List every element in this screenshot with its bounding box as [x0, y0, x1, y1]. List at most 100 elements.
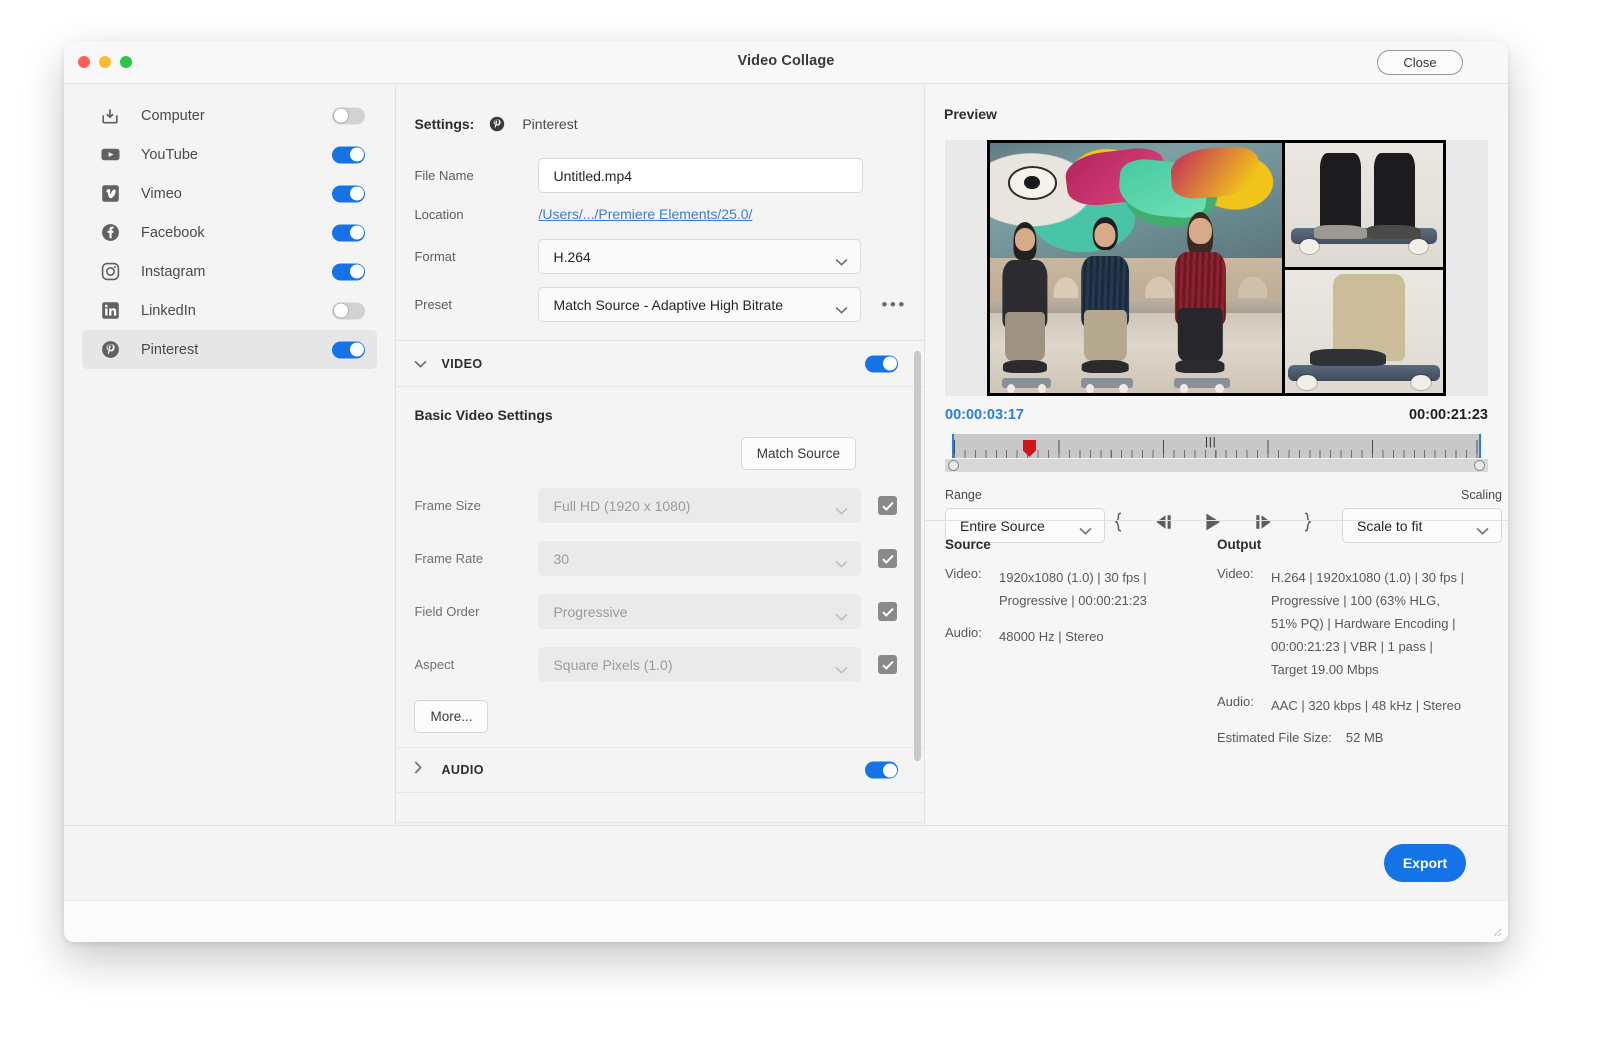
chevron-down-icon — [835, 253, 848, 261]
format-select[interactable]: H.264 — [538, 239, 861, 274]
sidebar-item-label: Pinterest — [141, 342, 198, 358]
source-audio-key: Audio: — [945, 625, 999, 648]
sidebar-item-instagram[interactable]: Instagram — [82, 252, 377, 291]
instagram-toggle[interactable] — [332, 263, 365, 280]
sidebar-item-vimeo[interactable]: Vimeo — [82, 174, 377, 213]
frame-rate-select[interactable]: 30 — [538, 541, 861, 576]
match-source-row: Match Source — [396, 437, 924, 470]
source-heading: Source — [945, 537, 1195, 552]
sidebar-item-youtube[interactable]: YouTube — [82, 135, 377, 174]
video-section-header[interactable]: VIDEO — [396, 341, 924, 387]
facebook-toggle[interactable] — [332, 224, 365, 241]
output-audio-key: Audio: — [1217, 694, 1271, 717]
dialog-body: Computer YouTube — [64, 84, 1508, 825]
source-video-value: 1920x1080 (1.0) | 30 fps | Progressive |… — [999, 566, 1195, 612]
chevron-down-icon — [835, 608, 848, 616]
pinterest-toggle[interactable] — [332, 341, 365, 358]
resize-grip-icon[interactable] — [1490, 924, 1502, 936]
sidebar-item-label: Facebook — [141, 225, 205, 241]
match-source-label: Match Source — [757, 446, 840, 461]
format-label: Format — [414, 249, 538, 264]
dialog-footer: Export — [64, 825, 1508, 900]
settings-form: File Name Untitled.mp4 Location /Users/.… — [396, 142, 924, 340]
output-video-key: Video: — [1217, 566, 1271, 681]
timeline-marker-icon[interactable]: ||| — [1205, 437, 1214, 447]
chevron-down-icon[interactable] — [414, 355, 428, 373]
timecode-row: 00:00:03:17 00:00:21:23 — [945, 407, 1488, 423]
aspect-value: Square Pixels (1.0) — [553, 657, 672, 673]
location-row: Location /Users/.../Premiere Elements/25… — [396, 206, 924, 222]
close-button[interactable]: Close — [1377, 50, 1463, 75]
range-in-handle[interactable] — [948, 460, 959, 471]
file-name-input[interactable]: Untitled.mp4 — [538, 158, 863, 193]
aspect-row: Aspect Square Pixels (1.0) — [396, 647, 924, 682]
video-section-toggle[interactable] — [865, 355, 898, 372]
chevron-down-icon — [835, 502, 848, 510]
more-button-label: More... — [430, 709, 472, 724]
linkedin-toggle[interactable] — [332, 302, 365, 319]
youtube-icon — [98, 143, 122, 167]
sidebar-item-linkedin[interactable]: LinkedIn — [82, 291, 377, 330]
chevron-down-icon — [835, 555, 848, 563]
settings-scrollbar[interactable] — [914, 351, 921, 761]
export-button[interactable]: Export — [1384, 844, 1466, 882]
preview-stage — [945, 140, 1488, 396]
audio-section-toggle[interactable] — [865, 762, 898, 779]
close-button-label: Close — [1403, 55, 1436, 70]
location-link[interactable]: /Users/.../Premiere Elements/25.0/ — [538, 206, 752, 222]
sidebar-item-label: Vimeo — [141, 186, 182, 202]
basic-video-settings-title: Basic Video Settings — [396, 407, 924, 423]
source-output-panel: Source Video: 1920x1080 (1.0) | 30 fps |… — [925, 520, 1508, 825]
vimeo-toggle[interactable] — [332, 185, 365, 202]
format-row: Format H.264 — [396, 239, 924, 274]
output-audio-value: AAC | 320 kbps | 48 kHz | Stereo — [1271, 694, 1461, 717]
chevron-right-icon[interactable] — [414, 761, 428, 779]
computer-toggle[interactable] — [332, 107, 365, 124]
field-order-checkbox[interactable] — [878, 602, 897, 621]
source-video-row: Video: 1920x1080 (1.0) | 30 fps | Progre… — [945, 566, 1195, 612]
output-video-value: H.264 | 1920x1080 (1.0) | 30 fps | Progr… — [1271, 566, 1467, 681]
frame-rate-row: Frame Rate 30 — [396, 541, 924, 576]
source-audio-row: Audio: 48000 Hz | Stereo — [945, 625, 1195, 648]
aspect-select[interactable]: Square Pixels (1.0) — [538, 647, 861, 682]
estimated-file-size-row: Estimated File Size: 52 MB — [1217, 730, 1467, 745]
range-label: Range — [945, 488, 982, 502]
frame-size-value: Full HD (1920 x 1080) — [553, 498, 690, 514]
timeline-range-bar[interactable] — [945, 459, 1488, 472]
instagram-icon — [98, 260, 122, 284]
aspect-label: Aspect — [414, 657, 538, 672]
more-row: More... — [396, 700, 924, 733]
video-section-title: VIDEO — [441, 357, 482, 371]
next-section-partial — [396, 793, 924, 823]
timeline-scrubber[interactable]: ||| — [945, 434, 1488, 472]
ellipsis-icon[interactable]: ••• — [881, 300, 906, 310]
preset-select[interactable]: Match Source - Adaptive High Bitrate — [538, 287, 861, 322]
output-video-row: Video: H.264 | 1920x1080 (1.0) | 30 fps … — [1217, 566, 1467, 681]
field-order-select[interactable]: Progressive — [538, 594, 861, 629]
frame-size-checkbox[interactable] — [878, 496, 897, 515]
frame-size-select[interactable]: Full HD (1920 x 1080) — [538, 488, 861, 523]
estimated-file-size-value: 52 MB — [1346, 730, 1384, 745]
aspect-checkbox[interactable] — [878, 655, 897, 674]
video-section-body: Basic Video Settings Match Source Frame … — [396, 387, 924, 747]
field-order-row: Field Order Progressive — [396, 594, 924, 629]
frame-rate-checkbox[interactable] — [878, 549, 897, 568]
preset-label: Preset — [414, 297, 538, 312]
youtube-toggle[interactable] — [332, 146, 365, 163]
match-source-button[interactable]: Match Source — [741, 437, 856, 470]
more-button[interactable]: More... — [414, 700, 488, 733]
sidebar-item-pinterest[interactable]: Pinterest — [82, 330, 377, 369]
preview-title: Preview — [925, 84, 1508, 122]
settings-panel: Settings: Pinterest File Name Untitled.m… — [396, 84, 925, 825]
settings-sections-scroll: VIDEO Basic Video Settings Match Source … — [396, 340, 924, 825]
range-out-handle[interactable] — [1474, 460, 1485, 471]
preset-row: Preset Match Source - Adaptive High Bitr… — [396, 287, 924, 322]
export-dialog-window: Video Collage Close Computer — [64, 41, 1508, 942]
preview-panel: Preview — [925, 84, 1508, 825]
file-name-label: File Name — [414, 168, 538, 183]
audio-section-header[interactable]: AUDIO — [396, 747, 924, 793]
sidebar-item-computer[interactable]: Computer — [82, 96, 377, 135]
sidebar-item-facebook[interactable]: Facebook — [82, 213, 377, 252]
file-name-row: File Name Untitled.mp4 — [396, 158, 924, 193]
frame-size-row: Frame Size Full HD (1920 x 1080) — [396, 488, 924, 523]
